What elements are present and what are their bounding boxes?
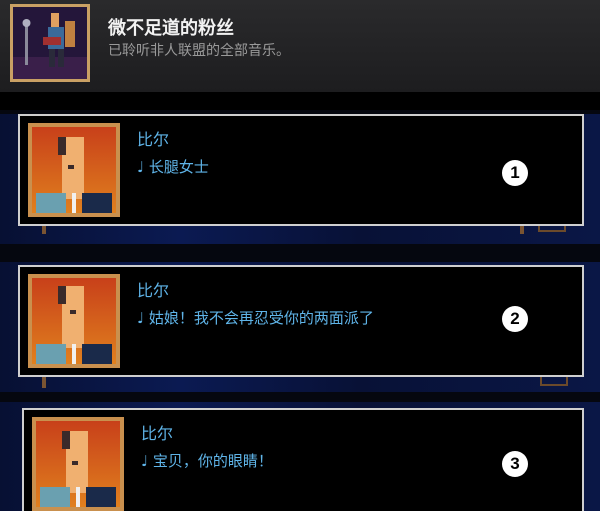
achievement-title: 微不足道的粉丝 [108,18,234,39]
achievement-banner: 微不足道的粉丝 已聆听非人联盟的全部音乐。 [0,0,600,92]
achievement-description: 已聆听非人联盟的全部音乐。 [108,43,290,59]
character-portrait [32,417,124,511]
number-badge: 2 [502,306,528,332]
dialog-box: 比尔 ♩ 姑娘！我不会再忍受你的两面派了 [18,265,584,377]
speaker-name: 比尔 [137,281,170,300]
number-badge: 1 [502,160,528,186]
dialog-line: ♩ 宝贝，你的眼睛！ [141,452,273,470]
number-badge: 3 [502,451,528,477]
separator [0,92,600,110]
achievement-icon [10,4,90,82]
dialog-line: ♩ 姑娘！我不会再忍受你的两面派了 [137,309,374,327]
speaker-name: 比尔 [137,130,170,149]
dialog-line: ♩ 长腿女士 [137,158,209,176]
dialog-box: 比尔 ♩ 宝贝，你的眼睛！ [22,408,584,511]
character-portrait [28,123,120,217]
character-portrait [28,274,120,368]
dialog-box: 比尔 ♩ 长腿女士 [18,114,584,226]
speaker-name: 比尔 [141,424,174,443]
